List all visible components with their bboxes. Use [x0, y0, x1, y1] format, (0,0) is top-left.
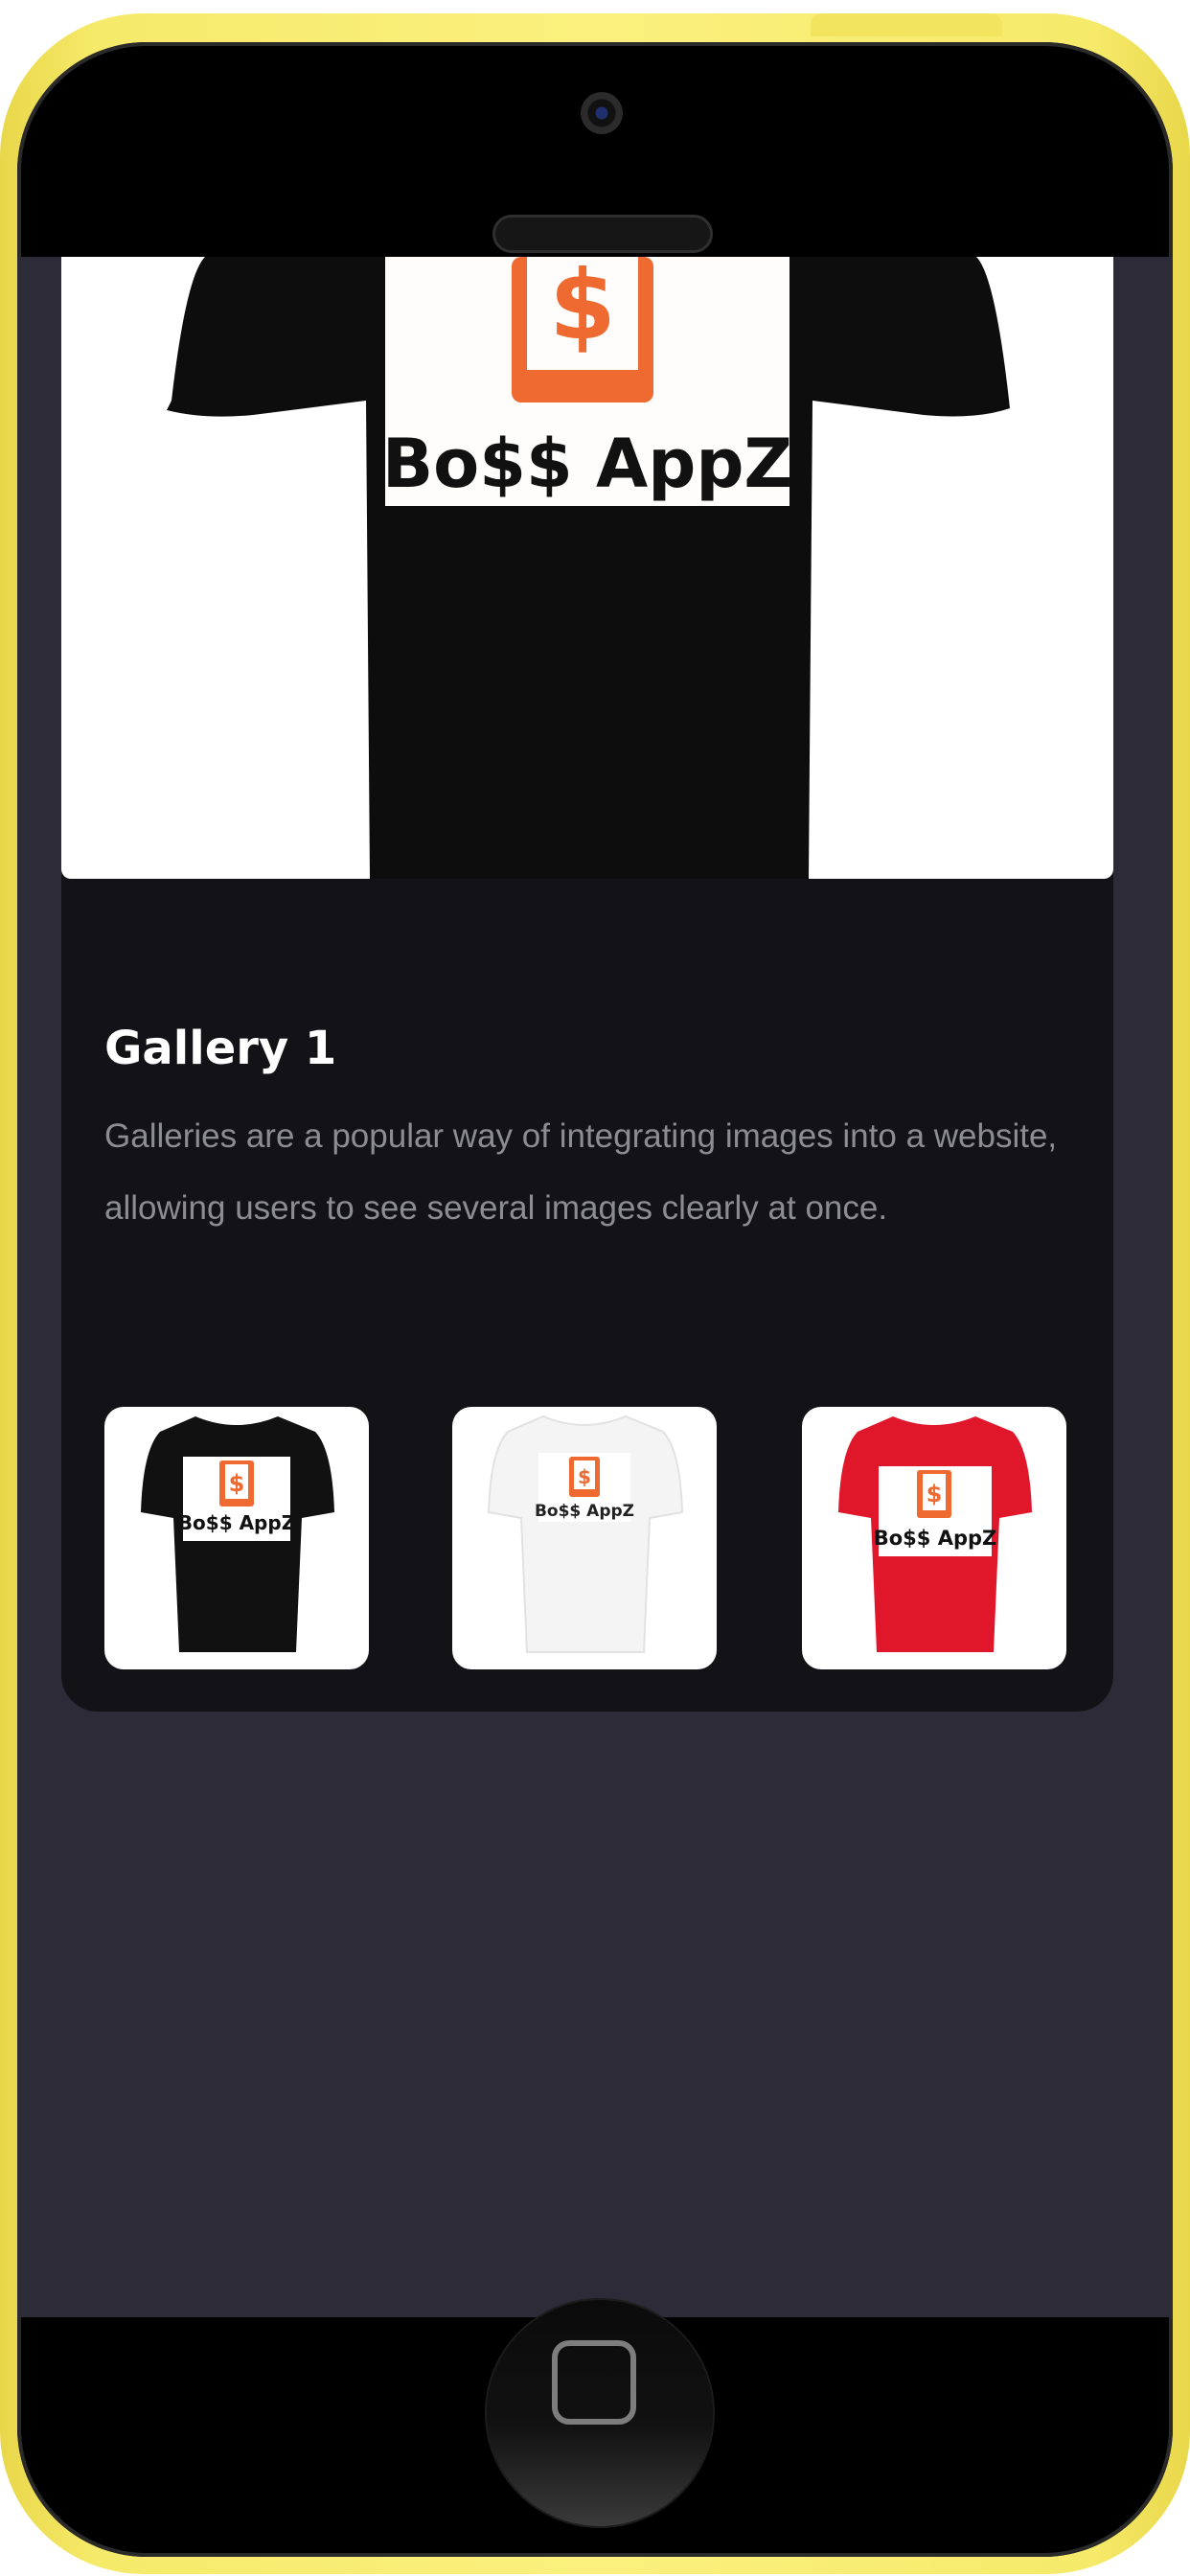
- gallery-description: Galleries are a popular way of integrati…: [104, 1117, 1058, 1227]
- front-camera-icon: [581, 92, 623, 134]
- thumb-logo-text: Bo$$ AppZ: [535, 1502, 634, 1521]
- tshirt-thumb-red: $ Bo$$ AppZ: [838, 1416, 1032, 1652]
- hero-logo-text: Bo$$ AppZ: [382, 425, 792, 503]
- app-screen: $ Bo$$ AppZ Gallery 1 Galleries are a po…: [17, 257, 1173, 2317]
- tshirt-thumb-black: $ Bo$$ AppZ: [141, 1416, 334, 1652]
- thumb-logo-dollar: $: [229, 1470, 245, 1497]
- gallery-thumbnail-3[interactable]: $ Bo$$ AppZ: [802, 1407, 1066, 1669]
- thumb-shirt-body: [487, 1414, 684, 1653]
- gallery-card: $ Bo$$ AppZ Gallery 1 Galleries are a po…: [61, 257, 1113, 1712]
- thumb-logo-dollar: $: [578, 1465, 591, 1488]
- tshirt-black-image: $ Bo$$ AppZ: [167, 257, 1010, 879]
- tshirt-thumb-white: $ Bo$$ AppZ: [487, 1414, 684, 1653]
- device-side-button: [811, 13, 1002, 36]
- thumb-logo-text: Bo$$ AppZ: [178, 1511, 295, 1534]
- gallery-thumbnail-1[interactable]: $ Bo$$ AppZ: [104, 1407, 369, 1669]
- thumb-logo-dollar: $: [927, 1481, 943, 1507]
- home-square-icon: [552, 2340, 636, 2425]
- gallery-main-image[interactable]: $ Bo$$ AppZ: [61, 257, 1113, 879]
- logo-dollar-glyph: $: [549, 257, 616, 361]
- gallery-title: Gallery 1: [104, 1022, 337, 1075]
- earpiece-speaker: [492, 215, 713, 253]
- gallery-thumbnail-2[interactable]: $ Bo$$ AppZ: [452, 1407, 717, 1669]
- thumb-logo-text: Bo$$ AppZ: [874, 1527, 997, 1550]
